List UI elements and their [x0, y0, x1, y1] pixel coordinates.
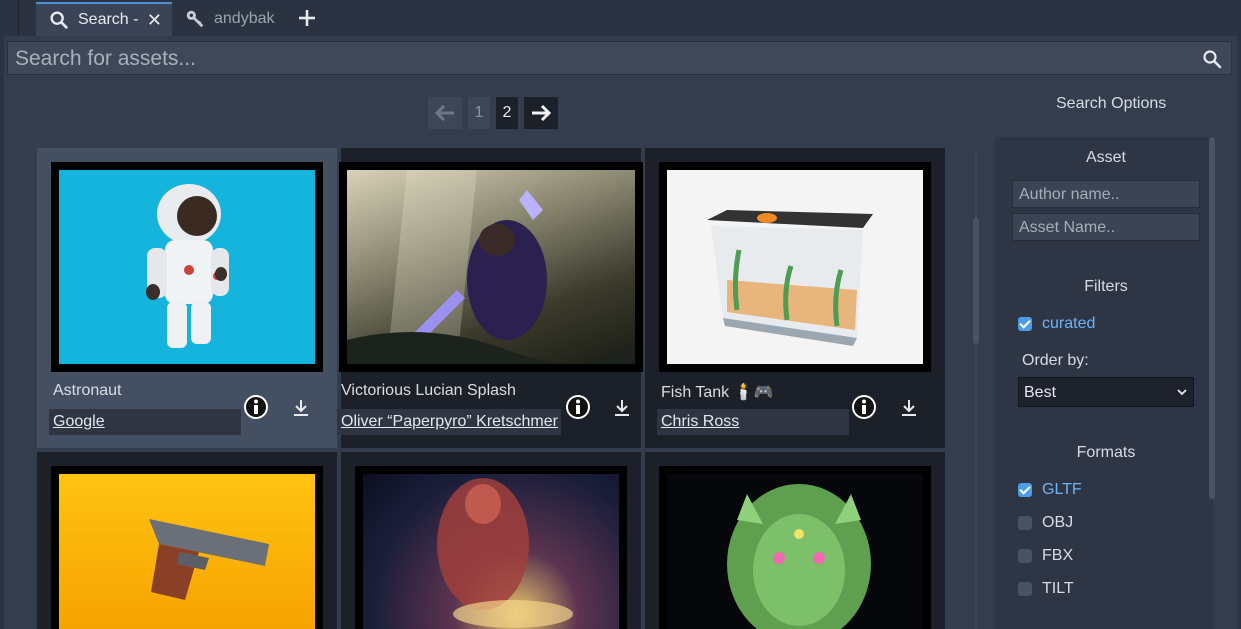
search-icon[interactable] [1202, 49, 1222, 69]
asset-title: Astronaut [53, 382, 122, 399]
search-bar [7, 41, 1232, 75]
format-gltf-checkbox[interactable]: GLTF [1018, 481, 1082, 499]
info-icon[interactable] [565, 394, 591, 420]
order-by-label: Order by: [1022, 352, 1089, 369]
grid-scrollbar[interactable] [973, 218, 979, 344]
asset-card[interactable] [37, 452, 337, 629]
asset-card[interactable]: Victorious Lucian Splash Oliver “Paperpy… [337, 148, 643, 448]
chevron-down-icon [1177, 389, 1187, 396]
cosmic-figure-image [437, 478, 573, 628]
search-icon [50, 11, 68, 29]
checkbox-checked-icon [1018, 317, 1032, 331]
asset-card[interactable]: Astronaut Google [37, 148, 337, 448]
tab-search-label: Search - [78, 11, 139, 28]
asset-title: Fish Tank 🕯️🎮 [661, 384, 774, 401]
checkbox-unchecked-icon [1018, 549, 1032, 563]
filters-section-title: Filters [1084, 278, 1128, 295]
pistol-image [149, 519, 269, 600]
astronaut-image [146, 184, 229, 348]
asset-thumbnail[interactable] [51, 162, 323, 372]
format-obj-checkbox[interactable]: OBJ [1018, 514, 1073, 532]
checkbox-unchecked-icon [1018, 516, 1032, 530]
order-by-select[interactable]: Best [1018, 377, 1194, 407]
download-icon[interactable] [291, 398, 311, 418]
asset-title: Victorious Lucian Splash [341, 382, 516, 399]
format-label: GLTF [1042, 481, 1082, 498]
pagination: 1 2 [428, 97, 558, 129]
checkbox-checked-icon [1018, 483, 1032, 497]
arrow-left-icon [434, 104, 454, 122]
download-icon[interactable] [899, 398, 919, 418]
asset-name-input[interactable] [1017, 215, 1199, 241]
search-options-title: Search Options [1056, 95, 1167, 112]
prev-page-button[interactable] [428, 97, 462, 129]
tab-user[interactable]: andybak [184, 2, 284, 36]
info-icon[interactable] [243, 394, 269, 420]
splash-art-image [347, 170, 635, 364]
arrow-right-icon [532, 104, 552, 122]
asset-thumbnail[interactable] [339, 162, 643, 372]
format-label: TILT [1042, 580, 1074, 597]
search-input[interactable] [13, 44, 1197, 74]
checkbox-unchecked-icon [1018, 582, 1032, 596]
tab-search[interactable]: Search - ✕ [36, 2, 172, 36]
tab-bar: Search - ✕ andybak [0, 0, 1241, 36]
format-fbx-checkbox[interactable]: FBX [1018, 547, 1073, 565]
asset-card[interactable] [645, 452, 945, 629]
fish-tank-image [707, 210, 873, 346]
curated-checkbox[interactable]: curated [1018, 315, 1095, 333]
formats-section-title: Formats [1076, 444, 1136, 461]
asset-author-link[interactable]: Google [49, 409, 241, 435]
tab-user-label: andybak [214, 10, 275, 27]
close-icon[interactable]: ✕ [147, 10, 162, 31]
asset-card[interactable] [341, 452, 641, 629]
order-by-value: Best [1024, 384, 1057, 401]
tab-bar-handle [0, 0, 19, 36]
asset-section-title: Asset [1085, 149, 1126, 166]
author-name-field [1012, 180, 1200, 208]
asset-thumbnail[interactable] [659, 466, 931, 629]
asset-thumbnail[interactable] [355, 466, 627, 629]
asset-thumbnail[interactable] [659, 162, 931, 372]
asset-author-link[interactable]: Chris Ross [657, 409, 849, 435]
asset-name-field [1012, 213, 1200, 241]
next-page-button[interactable] [524, 97, 558, 129]
format-label: OBJ [1042, 514, 1074, 531]
asset-author-link[interactable]: Oliver “Paperpyro” Kretschmer [337, 409, 561, 435]
format-tilt-checkbox[interactable]: TILT [1018, 580, 1074, 598]
author-name-input[interactable] [1017, 182, 1199, 208]
format-label: FBX [1042, 547, 1074, 564]
key-icon [186, 10, 204, 28]
curated-label: curated [1042, 315, 1096, 332]
plus-icon[interactable] [296, 7, 318, 29]
download-icon[interactable] [612, 398, 632, 418]
psychedelic-beast-image [727, 484, 871, 629]
asset-thumbnail[interactable] [51, 466, 323, 629]
page-1-button[interactable]: 1 [468, 97, 490, 129]
page-2-button[interactable]: 2 [496, 97, 518, 129]
asset-card[interactable]: Fish Tank 🕯️🎮 Chris Ross [645, 148, 945, 448]
options-scrollbar[interactable] [1209, 137, 1215, 499]
info-icon[interactable] [851, 394, 877, 420]
